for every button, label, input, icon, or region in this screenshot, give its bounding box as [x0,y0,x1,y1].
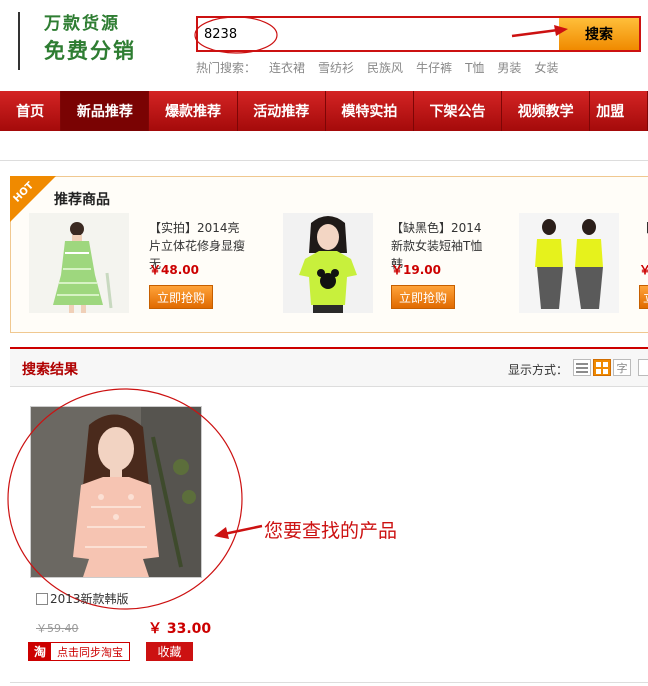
logo-line2: 免费分销 [44,38,136,64]
recommend-item-desc[interactable]: 【 [639,219,648,237]
grid-view-icon[interactable] [593,359,611,376]
buy-now-button[interactable]: 立 [639,285,648,309]
recommend-item-price: ￥48.00 [149,263,199,277]
recommend-title: 推荐商品 [54,192,110,208]
nav-item-hot[interactable]: 爆款推荐 [149,91,238,131]
nav-item-model[interactable]: 模特实拍 [326,91,414,131]
product-photo-yellow-tshirt[interactable] [283,213,373,313]
nav-item-activity[interactable]: 活动推荐 [238,91,326,131]
taobao-icon: 淘 [29,643,51,660]
product-photo-yellow-set[interactable] [519,213,619,313]
recommend-item-price: ￥19.00 [391,263,441,277]
hot-keyword[interactable]: 牛仔裤 [416,61,452,75]
more-view-icon[interactable] [638,359,648,376]
search-results-header: 搜索结果 显示方式： 字 [10,347,648,387]
product-card-image[interactable] [30,406,202,578]
favorite-button[interactable]: 收藏 [146,642,193,661]
sync-taobao-label: 点击同步淘宝 [51,643,129,660]
product-old-price: ￥59.40 [36,622,79,635]
logo-line1: 万款货源 [44,14,120,34]
search-input[interactable] [204,22,524,46]
nav-item-new[interactable]: 新品推荐 [61,91,150,131]
product-name: 2013新款韩版 [36,590,129,607]
hot-keyword[interactable]: 雪纺衫 [318,61,354,75]
search-results-title: 搜索结果 [22,362,78,378]
product-photo-pink-lace-top [31,407,201,577]
buy-now-button[interactable]: 立即抢购 [391,285,455,309]
result-annotation-arrow [214,524,263,539]
display-mode-label: 显示方式： [508,363,569,377]
recommend-panel: HOT 推荐商品 【实拍】2014亮片立体花修身显瘦无 ￥48.00 立即抢购 … [10,176,648,333]
recommend-item-price: ￥ [639,263,648,277]
annotation-note: 您要查找的产品 [264,520,398,542]
hot-keyword[interactable]: T恤 [465,61,484,75]
nav-item-notice[interactable]: 下架公告 [414,91,503,131]
hot-keyword[interactable]: 民族风 [367,61,403,75]
hot-search-label: 热门搜索： [196,61,257,75]
hot-keyword[interactable]: 连衣裙 [269,61,305,75]
list-view-icon[interactable] [573,359,591,376]
nav-item-video[interactable]: 视频教学 [502,91,591,131]
bottom-divider [10,682,648,683]
text-view-icon[interactable]: 字 [613,359,631,376]
sync-taobao-button[interactable]: 淘 点击同步淘宝 [28,642,130,661]
buy-now-button[interactable]: 立即抢购 [149,285,213,309]
product-photo-green-dress[interactable] [29,213,129,313]
hot-search-bar: 热门搜索： 连衣裙 雪纺衫 民族风 牛仔裤 T恤 男装 女装 [196,59,571,76]
search-button[interactable]: 搜索 [559,18,639,50]
nav-item-join[interactable]: 加盟 [590,91,648,131]
hot-badge-label: HOT [11,180,37,205]
site-logo[interactable]: 万款货源 免费分销 [44,14,136,64]
main-nav: 首页 新品推荐 爆款推荐 活动推荐 模特实拍 下架公告 视频教学 加盟 [0,91,648,131]
product-price: ￥ 33.00 [148,621,212,637]
product-select-checkbox[interactable] [36,592,48,605]
hot-keyword[interactable]: 女装 [534,61,558,75]
hot-keyword[interactable]: 男装 [497,61,521,75]
product-name-label[interactable]: 2013新款韩版 [50,590,129,607]
section-divider [0,160,648,161]
nav-item-home[interactable]: 首页 [0,91,62,131]
search-box: 搜索 [196,16,641,52]
logo-divider [18,12,20,70]
